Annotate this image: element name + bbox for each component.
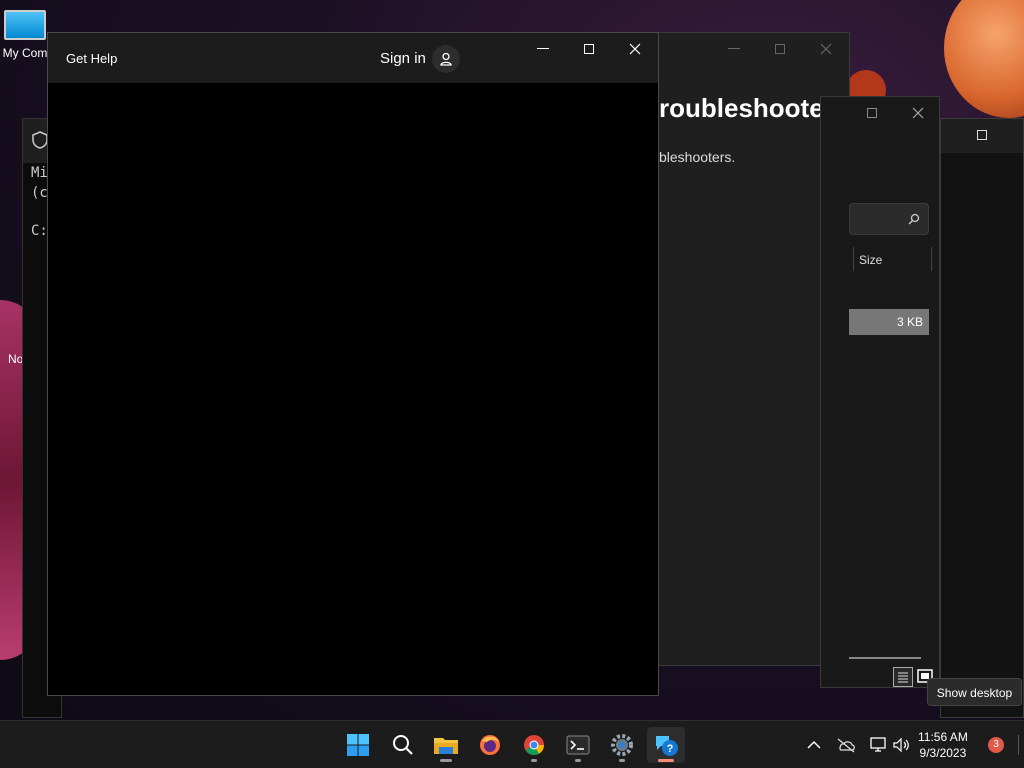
- window-title: Get Help: [66, 51, 118, 66]
- sign-in-link[interactable]: Sign in: [380, 50, 426, 67]
- clock-date: 9/3/2023: [919, 746, 967, 760]
- details-view-button[interactable]: [893, 667, 913, 687]
- maximize-icon: [775, 44, 785, 54]
- start-icon: [347, 734, 369, 756]
- volume-button[interactable]: [890, 727, 912, 763]
- terminal-icon: [566, 735, 590, 755]
- minimize-button[interactable]: [520, 33, 566, 65]
- network-button[interactable]: [866, 727, 890, 763]
- settings-icon: [611, 734, 633, 756]
- onedrive-button[interactable]: [834, 727, 858, 763]
- get-help-taskbar-button[interactable]: ?: [647, 727, 685, 763]
- settings-taskbar-button[interactable]: [603, 727, 641, 763]
- file-size: 3 KB: [896, 315, 923, 329]
- scrollbar[interactable]: [849, 657, 921, 659]
- terminal-taskbar-button[interactable]: [559, 727, 597, 763]
- terminal-line: Mi: [31, 165, 48, 181]
- maximize-button[interactable]: [757, 33, 803, 65]
- close-icon: [912, 107, 924, 119]
- minimize-icon: [537, 48, 549, 49]
- close-icon: [629, 43, 641, 55]
- speaker-icon: [893, 737, 909, 753]
- search-icon: [393, 735, 413, 755]
- close-button[interactable]: [803, 33, 849, 65]
- file-explorer-taskbar-button[interactable]: [427, 727, 465, 763]
- maximize-icon: [977, 130, 987, 140]
- column-divider[interactable]: [853, 247, 854, 271]
- title-bar[interactable]: Get Help Sign in: [48, 33, 658, 83]
- taskbar[interactable]: ? 11:56 AM 9/3/2023 3: [0, 720, 1024, 768]
- maximize-icon: [584, 44, 594, 54]
- get-help-window[interactable]: Get Help Sign in: [47, 32, 659, 696]
- background-window[interactable]: [940, 118, 1024, 718]
- monitor-icon: [4, 10, 46, 40]
- column-header-size[interactable]: Size: [859, 253, 882, 267]
- firefox-icon: [480, 735, 500, 755]
- search-icon: [908, 213, 920, 225]
- desktop-icon-label: My Com: [2, 46, 48, 60]
- file-row[interactable]: 3 KB: [849, 309, 929, 335]
- get-help-icon: ?: [656, 736, 678, 756]
- page-subtitle: bleshooters.: [659, 149, 736, 165]
- account-button[interactable]: [432, 45, 460, 73]
- maximize-button[interactable]: [566, 33, 612, 65]
- minimize-icon: [728, 48, 740, 49]
- chevron-up-icon: [807, 740, 821, 749]
- search-button[interactable]: [384, 727, 422, 763]
- clock-time: 11:56 AM: [918, 730, 968, 744]
- close-button[interactable]: [895, 97, 941, 129]
- show-hidden-icons-button[interactable]: [804, 727, 824, 763]
- wallpaper-orb: [944, 0, 1024, 118]
- person-icon: [440, 52, 452, 66]
- maximize-button[interactable]: [849, 97, 895, 129]
- chrome-taskbar-button[interactable]: [515, 727, 553, 763]
- terminal-line: C:: [31, 223, 48, 239]
- show-desktop-tooltip: Show desktop: [927, 678, 1022, 706]
- close-button[interactable]: [612, 33, 658, 65]
- folder-icon: [434, 738, 458, 754]
- troubleshooter-window[interactable]: roubleshoote bleshooters.: [640, 32, 850, 666]
- close-icon: [820, 43, 832, 55]
- chrome-icon: [524, 735, 545, 755]
- cloud-offline-icon: [837, 738, 855, 753]
- column-divider[interactable]: [931, 247, 932, 271]
- page-title: roubleshoote: [659, 93, 824, 123]
- firefox-taskbar-button[interactable]: [471, 727, 509, 763]
- notification-badge[interactable]: 3: [988, 737, 1004, 753]
- terminal-line: (c: [31, 185, 48, 201]
- maximize-button[interactable]: [959, 119, 1005, 151]
- clock[interactable]: 11:56 AM 9/3/2023: [918, 729, 968, 761]
- file-explorer-window[interactable]: Size 3 KB: [820, 96, 940, 688]
- network-icon: [870, 737, 886, 752]
- start-button[interactable]: [339, 727, 377, 763]
- show-desktop-button[interactable]: [1018, 735, 1019, 755]
- desktop-icon-my-computer[interactable]: My Com: [0, 10, 50, 60]
- details-view-icon: [898, 672, 908, 683]
- maximize-icon: [867, 108, 877, 118]
- search-box[interactable]: [849, 203, 929, 235]
- content-area: [48, 83, 658, 695]
- svg-text:?: ?: [667, 743, 674, 755]
- minimize-button[interactable]: [711, 33, 757, 65]
